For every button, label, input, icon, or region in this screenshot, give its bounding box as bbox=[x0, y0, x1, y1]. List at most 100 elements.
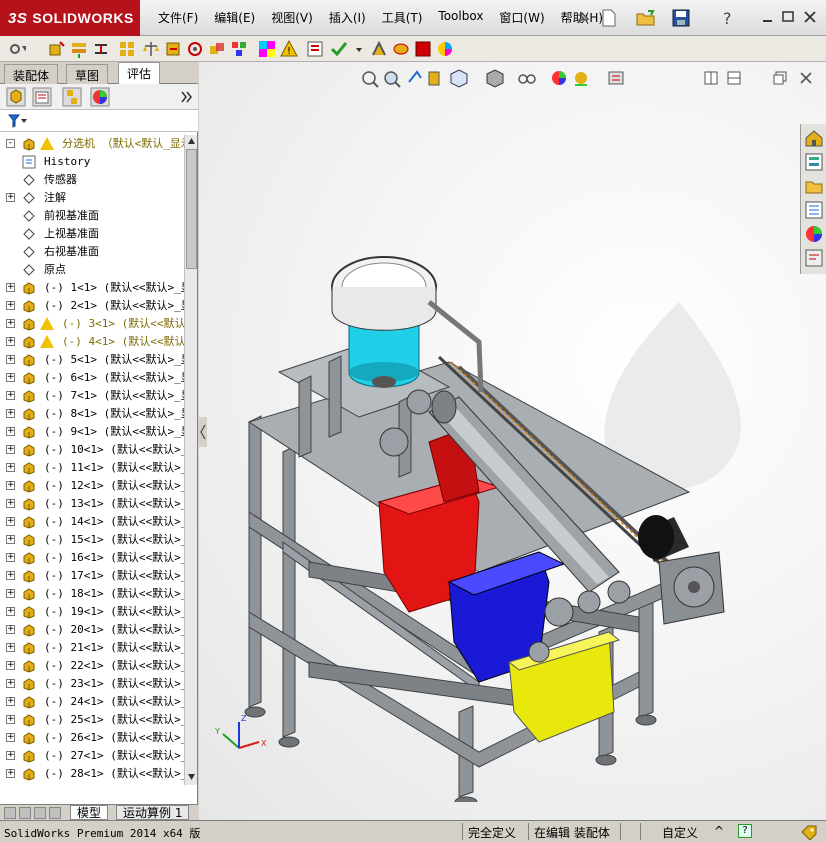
rotate-component-icon[interactable] bbox=[186, 40, 204, 58]
appearances-scenes-icon[interactable] bbox=[804, 224, 824, 244]
tree-expand-toggle[interactable]: + bbox=[6, 319, 15, 328]
view-settings-icon[interactable] bbox=[608, 71, 624, 85]
menu-toolbox[interactable]: Toolbox bbox=[430, 9, 491, 26]
tree-component-row[interactable]: + (-) 22<1> (默认<<默认>_ bbox=[0, 657, 184, 675]
tab-nav-last-button[interactable] bbox=[49, 807, 61, 819]
menu-edit[interactable]: 编辑(E) bbox=[206, 9, 263, 26]
color-wheel-icon[interactable] bbox=[436, 40, 454, 58]
scroll-up-icon[interactable] bbox=[187, 137, 196, 145]
property-manager-icon[interactable] bbox=[32, 87, 52, 107]
help-question-icon[interactable]: ? bbox=[720, 8, 738, 28]
custom-properties-icon[interactable] bbox=[804, 248, 824, 268]
tree-expand-toggle[interactable]: + bbox=[6, 463, 15, 472]
component-pattern-icon[interactable] bbox=[118, 40, 136, 58]
insert-component-icon[interactable] bbox=[70, 40, 88, 58]
status-help-button[interactable]: ? bbox=[738, 824, 752, 838]
tree-feature-row[interactable]: History bbox=[0, 153, 184, 171]
color-red-icon[interactable] bbox=[414, 40, 432, 58]
tree-component-row[interactable]: + (-) 27<1> (默认<<默认>_ bbox=[0, 747, 184, 765]
apply-scene-icon[interactable] bbox=[575, 72, 587, 86]
tree-component-row[interactable]: + (-) 13<1> (默认<<默认>_ bbox=[0, 495, 184, 513]
move-component-icon[interactable] bbox=[164, 40, 182, 58]
file-explorer-icon[interactable] bbox=[804, 176, 824, 196]
tree-expand-toggle[interactable]: + bbox=[6, 769, 15, 778]
tree-expand-toggle[interactable]: + bbox=[6, 409, 15, 418]
tree-component-row[interactable]: + (-) 10<1> (默认<<默认>_ bbox=[0, 441, 184, 459]
tree-expand-toggle[interactable]: + bbox=[6, 499, 15, 508]
options-icon[interactable] bbox=[8, 40, 26, 58]
status-units[interactable]: 自定义 bbox=[662, 824, 698, 841]
tree-feature-row[interactable]: 上视基准面 bbox=[0, 225, 184, 243]
tree-expand-toggle[interactable]: + bbox=[6, 301, 15, 310]
save-icon[interactable] bbox=[672, 9, 690, 27]
tree-expand-toggle[interactable]: + bbox=[6, 517, 15, 526]
tree-expand-toggle[interactable]: + bbox=[6, 391, 15, 400]
tree-component-row[interactable]: + (-) 3<1> (默认<<默认 bbox=[0, 315, 184, 333]
tree-expand-toggle[interactable]: + bbox=[6, 607, 15, 616]
tree-component-row[interactable]: + (-) 17<1> (默认<<默认>_ bbox=[0, 567, 184, 585]
tree-component-row[interactable]: + (-) 26<1> (默认<<默认>_ bbox=[0, 729, 184, 747]
tree-component-row[interactable]: + (-) 7<1> (默认<<默认>_显 bbox=[0, 387, 184, 405]
tree-expand-toggle[interactable]: + bbox=[6, 553, 15, 562]
tree-component-row[interactable]: + (-) 25<1> (默认<<默认>_ bbox=[0, 711, 184, 729]
tree-filter[interactable] bbox=[0, 110, 198, 132]
filter-icon[interactable] bbox=[8, 114, 28, 128]
tab-sketch[interactable]: 草图 bbox=[66, 64, 109, 84]
menu-window[interactable]: 窗口(W) bbox=[491, 9, 552, 26]
tree-expand-toggle[interactable]: + bbox=[6, 589, 15, 598]
tree-component-row[interactable]: + (-) 23<1> (默认<<默认>_ bbox=[0, 675, 184, 693]
tree-expand-toggle[interactable]: - bbox=[6, 139, 15, 148]
tree-expand-toggle[interactable]: + bbox=[6, 733, 15, 742]
tree-component-row[interactable]: + (-) 6<1> (默认<<默认>_显 bbox=[0, 369, 184, 387]
tree-component-row[interactable]: + (-) 19<1> (默认<<默认>_ bbox=[0, 603, 184, 621]
graphics-close-icon[interactable] bbox=[799, 71, 813, 85]
tree-feature-row[interactable]: 右视基准面 bbox=[0, 243, 184, 261]
tree-component-row[interactable]: + (-) 1<1> (默认<<默认>_显 bbox=[0, 279, 184, 297]
tree-component-row[interactable]: + (-) 11<1> (默认<<默认>_ bbox=[0, 459, 184, 477]
mass-properties-icon[interactable] bbox=[306, 40, 324, 58]
display-style-icon[interactable] bbox=[486, 69, 504, 88]
menu-file[interactable]: 文件(F) bbox=[150, 9, 206, 26]
tree-expand-toggle[interactable]: + bbox=[6, 715, 15, 724]
tree-component-row[interactable]: + (-) 9<1> (默认<<默认>_显 bbox=[0, 423, 184, 441]
tree-expand-toggle[interactable]: + bbox=[6, 337, 15, 346]
tree-component-row[interactable]: + (-) 16<1> (默认<<默认>_ bbox=[0, 549, 184, 567]
tree-expand-toggle[interactable]: + bbox=[6, 193, 15, 202]
tree-component-row[interactable]: + (-) 12<1> (默认<<默认>_ bbox=[0, 477, 184, 495]
tab-evaluate[interactable]: 评估 bbox=[118, 62, 161, 85]
tree-expand-toggle[interactable]: + bbox=[6, 355, 15, 364]
tree-expand-toggle[interactable]: + bbox=[6, 535, 15, 544]
tab-motion-study[interactable]: 运动算例 1 bbox=[116, 805, 190, 820]
tree-expand-toggle[interactable]: + bbox=[6, 481, 15, 490]
tree-component-row[interactable]: + (-) 15<1> (默认<<默认>_ bbox=[0, 531, 184, 549]
status-tag-icon[interactable] bbox=[800, 824, 818, 840]
design-library-icon[interactable] bbox=[804, 152, 824, 172]
tab-nav-prev-button[interactable] bbox=[19, 807, 31, 819]
tree-expand-toggle[interactable]: + bbox=[6, 625, 15, 634]
tree-expand-toggle[interactable]: + bbox=[6, 661, 15, 670]
graphics-restore-icon[interactable] bbox=[773, 71, 787, 85]
tree-component-row[interactable]: + (-) 20<1> (默认<<默认>_ bbox=[0, 621, 184, 639]
minimize-icon[interactable] bbox=[760, 10, 776, 24]
close-icon[interactable] bbox=[802, 10, 818, 24]
menu-insert[interactable]: 插入(I) bbox=[321, 9, 374, 26]
tree-expand-toggle[interactable]: + bbox=[6, 643, 15, 652]
tree-scrollbar[interactable] bbox=[184, 135, 197, 785]
tile-vertical-icon[interactable] bbox=[727, 71, 741, 85]
panel-collapse-handle[interactable] bbox=[199, 417, 207, 447]
tab-nav-first-button[interactable] bbox=[4, 807, 16, 819]
pin-icon[interactable] bbox=[574, 9, 592, 27]
tree-component-row[interactable]: + (-) 18<1> (默认<<默认>_ bbox=[0, 585, 184, 603]
zoom-to-fit-icon[interactable] bbox=[362, 71, 379, 88]
check-icon[interactable] bbox=[330, 40, 348, 58]
tree-feature-row[interactable]: + 注解 bbox=[0, 189, 184, 207]
previous-view-icon[interactable] bbox=[408, 70, 422, 83]
tree-component-row[interactable]: + (-) 8<1> (默认<<默认>_显 bbox=[0, 405, 184, 423]
tree-expand-toggle[interactable]: + bbox=[6, 751, 15, 760]
interference-icon[interactable] bbox=[208, 40, 226, 58]
display-manager-icon[interactable] bbox=[90, 87, 110, 107]
edit-appearance-icon[interactable] bbox=[552, 71, 566, 85]
hide-show-items-icon[interactable] bbox=[518, 74, 536, 84]
tree-component-row[interactable]: + (-) 5<1> (默认<<默认>_显 bbox=[0, 351, 184, 369]
tree-expand-toggle[interactable]: + bbox=[6, 445, 15, 454]
